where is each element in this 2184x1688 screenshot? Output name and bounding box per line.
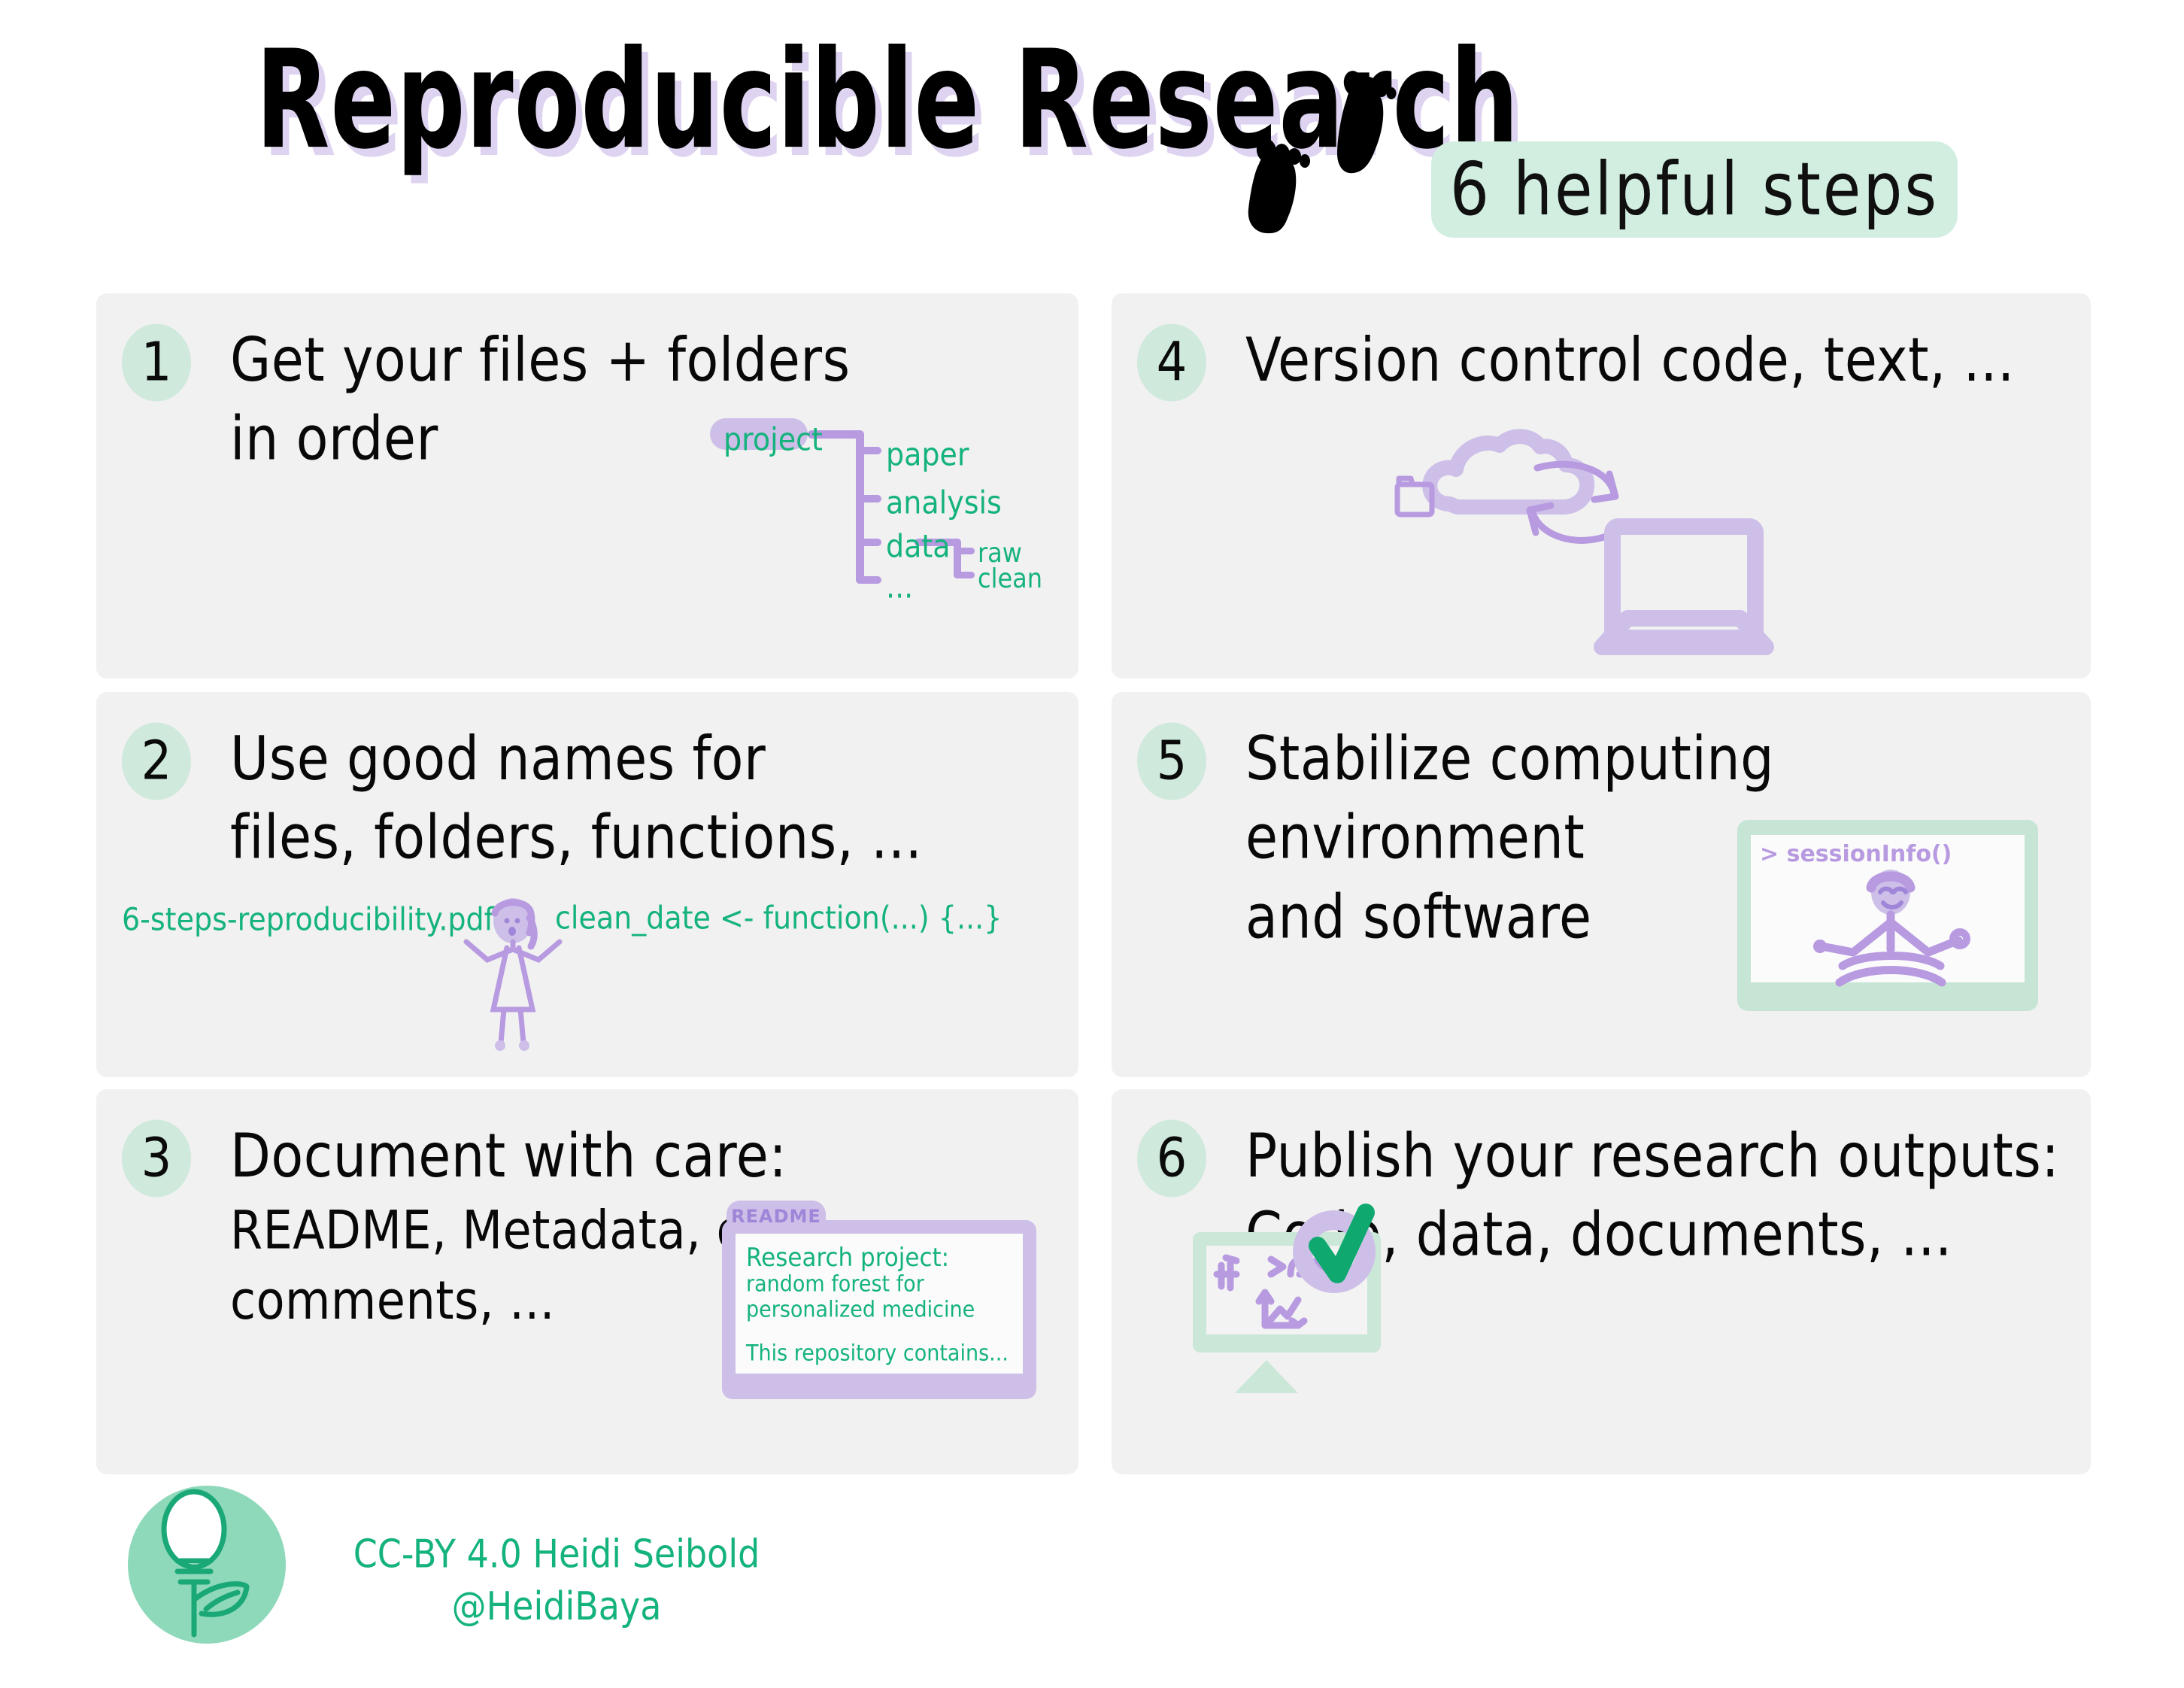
lightbulb-plant-logo — [128, 1486, 286, 1644]
laptop-icon — [1594, 518, 1774, 655]
lightbulb-plant-icon — [161, 1489, 250, 1638]
step-number-badge-3: 3 — [122, 1119, 191, 1198]
tree-node-data: data — [886, 528, 951, 565]
helpful-steps-badge: 6 helpful steps — [1431, 141, 1958, 238]
session-info-screen-illustration: > sessionInfo() — [1737, 820, 2038, 1011]
step-number-badge-5: 5 — [1137, 722, 1206, 800]
example-filename: 6-steps-reproducibility.pdf — [122, 901, 495, 938]
publish-outputs-illustration — [1178, 1201, 1494, 1426]
step-number-badge-1: 1 — [122, 323, 191, 402]
readme-text-line1: Research project: — [746, 1243, 950, 1273]
tree-connector-ellipsis — [856, 576, 881, 584]
step-heading-4: Version control code, text, ... — [1245, 320, 2073, 399]
tree-connector-data — [856, 539, 881, 546]
cloud-icon — [1422, 429, 1595, 515]
license-line: CC-BY 4.0 Heidi Seibold — [353, 1531, 760, 1577]
meditating-person-icon — [1813, 870, 1970, 987]
step-card-4[interactable]: 4 Version control code, text, ... — [1112, 293, 2091, 679]
social-handle: @HeidiBaya — [451, 1583, 662, 1629]
readme-tab: README — [726, 1201, 826, 1232]
stick-figure-person-icon — [463, 898, 563, 1051]
step-number-badge-6: 6 — [1137, 1119, 1206, 1198]
page-header: Reproducible Research 6 helpful steps — [0, 0, 2184, 286]
naming-examples-illustration: 6-steps-reproducibility.pdf clean_date <… — [96, 692, 1078, 1077]
tree-connector-paper — [856, 447, 881, 454]
step-card-5[interactable]: 5 Stabilize computing environment and so… — [1112, 692, 2091, 1077]
step-card-1[interactable]: 1 Get your files + folders in order proj… — [96, 293, 1078, 679]
tree-connector-analysis — [856, 495, 881, 502]
steps-grid: 1 Get your files + folders in order proj… — [96, 293, 2091, 1474]
readme-text-line2: random forest for — [746, 1271, 924, 1298]
step-heading-line1: Publish your research outputs: — [1245, 1120, 2060, 1192]
step-heading-line1: Get your files + folders — [230, 324, 851, 396]
step-number-badge-4: 4 — [1137, 323, 1206, 402]
tree-node-ellipsis: ... — [886, 569, 914, 606]
readme-text-line4: This repository contains... — [746, 1340, 1009, 1367]
readme-text-line3: personalized medicine — [746, 1297, 975, 1323]
tree-node-analysis: analysis — [886, 484, 1002, 521]
step-heading-line1: Stabilize computing environment — [1245, 723, 1775, 873]
step-card-3[interactable]: 3 Document with care: README, Metadata, … — [96, 1089, 1078, 1474]
tree-node-project: project — [723, 421, 823, 458]
folder-tree-illustration: project paper analysis data ... raw clea… — [698, 414, 1059, 647]
example-function: clean_date <- function(...) {...} — [555, 900, 1003, 937]
step-heading-line1: Document with care: — [230, 1120, 787, 1192]
step-card-2[interactable]: 2 Use good names for files, folders, fun… — [96, 692, 1078, 1077]
credit-text: CC-BY 4.0 Heidi Seibold @HeidiBaya — [316, 1528, 797, 1632]
cloud-sync-laptop-illustration — [1390, 421, 1781, 665]
tree-connector-raw — [954, 548, 975, 554]
session-screen-frame: > sessionInfo() — [1737, 820, 2038, 1011]
step-card-6[interactable]: 6 Publish your research outputs: Code, d… — [1112, 1089, 2091, 1474]
page-footer: CC-BY 4.0 Heidi Seibold @HeidiBaya — [128, 1486, 955, 1674]
readme-window-frame: Research project: random forest for pers… — [722, 1220, 1036, 1399]
readme-tab-label: README — [731, 1206, 821, 1227]
tree-connector-clean — [954, 572, 975, 578]
session-screen-body: > sessionInfo() — [1751, 835, 2025, 987]
tree-node-clean: clean — [978, 563, 1043, 594]
helpful-steps-label: 6 helpful steps — [1449, 147, 1940, 232]
session-info-command: > sessionInfo() — [1760, 841, 1952, 867]
step-heading-line1: Version control code, text, ... — [1245, 324, 2015, 396]
readme-window-body: Research project: random forest for pers… — [736, 1234, 1023, 1374]
readme-window-illustration: Research project: random forest for pers… — [722, 1201, 1038, 1402]
tree-node-paper: paper — [886, 436, 969, 473]
footprints-icon — [1224, 59, 1412, 235]
